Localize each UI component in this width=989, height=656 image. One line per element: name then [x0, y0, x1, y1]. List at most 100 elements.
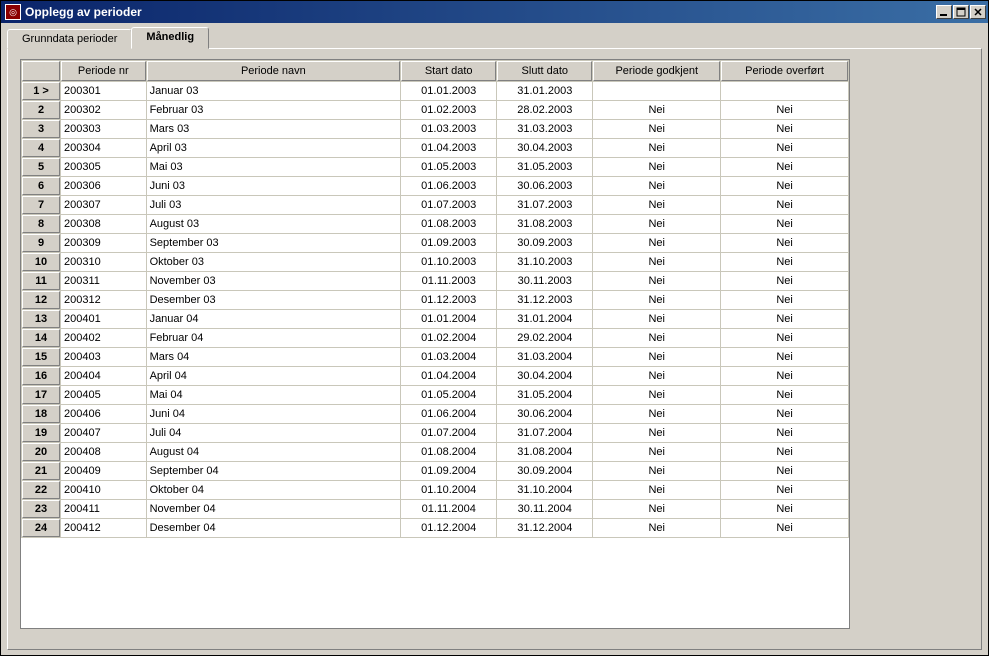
cell-start-dato[interactable]: 01.07.2004: [401, 424, 496, 442]
cell-periode-nr[interactable]: 200405: [61, 386, 146, 404]
cell-periode-navn[interactable]: September 04: [147, 462, 401, 480]
cell-periode-navn[interactable]: April 04: [147, 367, 401, 385]
table-row[interactable]: 20200408August 0401.08.200431.08.2004Nei…: [22, 443, 848, 461]
cell-periode-navn[interactable]: April 03: [147, 139, 401, 157]
cell-godkjent[interactable]: Nei: [593, 139, 720, 157]
cell-periode-navn[interactable]: August 04: [147, 443, 401, 461]
cell-periode-nr[interactable]: 200408: [61, 443, 146, 461]
cell-overfort[interactable]: Nei: [721, 481, 848, 499]
cell-godkjent[interactable]: Nei: [593, 348, 720, 366]
cell-start-dato[interactable]: 01.10.2003: [401, 253, 496, 271]
row-header[interactable]: 10: [22, 253, 60, 271]
cell-periode-navn[interactable]: Oktober 03: [147, 253, 401, 271]
cell-godkjent[interactable]: Nei: [593, 253, 720, 271]
cell-periode-nr[interactable]: 200310: [61, 253, 146, 271]
cell-periode-nr[interactable]: 200404: [61, 367, 146, 385]
table-row[interactable]: 6200306Juni 0301.06.200330.06.2003NeiNei: [22, 177, 848, 195]
cell-start-dato[interactable]: 01.06.2004: [401, 405, 496, 423]
cell-overfort[interactable]: Nei: [721, 196, 848, 214]
cell-overfort[interactable]: Nei: [721, 234, 848, 252]
cell-start-dato[interactable]: 01.12.2004: [401, 519, 496, 537]
cell-overfort[interactable]: Nei: [721, 120, 848, 138]
row-header[interactable]: 6: [22, 177, 60, 195]
table-row[interactable]: 11200311November 0301.11.200330.11.2003N…: [22, 272, 848, 290]
table-row[interactable]: 8200308August 0301.08.200331.08.2003NeiN…: [22, 215, 848, 233]
row-header[interactable]: 11: [22, 272, 60, 290]
cell-periode-nr[interactable]: 200406: [61, 405, 146, 423]
row-header[interactable]: 23: [22, 500, 60, 518]
cell-overfort[interactable]: Nei: [721, 177, 848, 195]
cell-slutt-dato[interactable]: 30.09.2003: [497, 234, 592, 252]
cell-overfort[interactable]: Nei: [721, 291, 848, 309]
cell-start-dato[interactable]: 01.04.2003: [401, 139, 496, 157]
cell-periode-navn[interactable]: November 04: [147, 500, 401, 518]
cell-overfort[interactable]: Nei: [721, 272, 848, 290]
cell-start-dato[interactable]: 01.07.2003: [401, 196, 496, 214]
cell-godkjent[interactable]: Nei: [593, 158, 720, 176]
cell-overfort[interactable]: Nei: [721, 253, 848, 271]
cell-overfort[interactable]: [721, 82, 848, 100]
cell-godkjent[interactable]: Nei: [593, 500, 720, 518]
cell-periode-nr[interactable]: 200412: [61, 519, 146, 537]
table-row[interactable]: 16200404April 0401.04.200430.04.2004NeiN…: [22, 367, 848, 385]
cell-periode-navn[interactable]: Juli 04: [147, 424, 401, 442]
table-row[interactable]: 15200403Mars 0401.03.200431.03.2004NeiNe…: [22, 348, 848, 366]
cell-slutt-dato[interactable]: 30.09.2004: [497, 462, 592, 480]
row-header[interactable]: 14: [22, 329, 60, 347]
cell-start-dato[interactable]: 01.09.2004: [401, 462, 496, 480]
cell-godkjent[interactable]: Nei: [593, 196, 720, 214]
cell-overfort[interactable]: Nei: [721, 329, 848, 347]
cell-periode-navn[interactable]: Mai 03: [147, 158, 401, 176]
cell-periode-navn[interactable]: Mars 03: [147, 120, 401, 138]
col-header-slutt-dato[interactable]: Slutt dato: [497, 61, 592, 81]
table-row[interactable]: 14200402Februar 0401.02.200429.02.2004Ne…: [22, 329, 848, 347]
cell-periode-nr[interactable]: 200402: [61, 329, 146, 347]
cell-periode-nr[interactable]: 200410: [61, 481, 146, 499]
cell-start-dato[interactable]: 01.11.2004: [401, 500, 496, 518]
row-header[interactable]: 9: [22, 234, 60, 252]
cell-slutt-dato[interactable]: 29.02.2004: [497, 329, 592, 347]
cell-periode-nr[interactable]: 200307: [61, 196, 146, 214]
cell-periode-nr[interactable]: 200302: [61, 101, 146, 119]
cell-slutt-dato[interactable]: 31.08.2004: [497, 443, 592, 461]
cell-godkjent[interactable]: Nei: [593, 367, 720, 385]
table-row[interactable]: 21200409September 0401.09.200430.09.2004…: [22, 462, 848, 480]
cell-periode-nr[interactable]: 200401: [61, 310, 146, 328]
cell-godkjent[interactable]: Nei: [593, 177, 720, 195]
cell-overfort[interactable]: Nei: [721, 405, 848, 423]
cell-periode-navn[interactable]: Juni 04: [147, 405, 401, 423]
table-row[interactable]: 1 >200301Januar 0301.01.200331.01.2003: [22, 82, 848, 100]
row-header[interactable]: 21: [22, 462, 60, 480]
row-header[interactable]: 7: [22, 196, 60, 214]
cell-start-dato[interactable]: 01.11.2003: [401, 272, 496, 290]
cell-slutt-dato[interactable]: 31.03.2003: [497, 120, 592, 138]
cell-periode-nr[interactable]: 200411: [61, 500, 146, 518]
titlebar[interactable]: ◎ Opplegg av perioder: [1, 1, 988, 23]
row-header[interactable]: 2: [22, 101, 60, 119]
cell-periode-nr[interactable]: 200301: [61, 82, 146, 100]
table-row[interactable]: 18200406Juni 0401.06.200430.06.2004NeiNe…: [22, 405, 848, 423]
col-header-periode-nr[interactable]: Periode nr: [61, 61, 146, 81]
row-header[interactable]: 22: [22, 481, 60, 499]
cell-overfort[interactable]: Nei: [721, 519, 848, 537]
table-row[interactable]: 24200412Desember 0401.12.200431.12.2004N…: [22, 519, 848, 537]
cell-slutt-dato[interactable]: 31.07.2003: [497, 196, 592, 214]
cell-godkjent[interactable]: Nei: [593, 310, 720, 328]
table-row[interactable]: 22200410Oktober 0401.10.200431.10.2004Ne…: [22, 481, 848, 499]
table-row[interactable]: 5200305Mai 0301.05.200331.05.2003NeiNei: [22, 158, 848, 176]
cell-periode-nr[interactable]: 200311: [61, 272, 146, 290]
row-header[interactable]: 3: [22, 120, 60, 138]
cell-periode-navn[interactable]: Desember 03: [147, 291, 401, 309]
col-header-periode-navn[interactable]: Periode navn: [147, 61, 401, 81]
cell-slutt-dato[interactable]: 30.06.2004: [497, 405, 592, 423]
rowheader-corner[interactable]: [22, 61, 60, 81]
cell-periode-navn[interactable]: Juni 03: [147, 177, 401, 195]
cell-periode-navn[interactable]: Mai 04: [147, 386, 401, 404]
row-header[interactable]: 12: [22, 291, 60, 309]
row-header[interactable]: 13: [22, 310, 60, 328]
cell-overfort[interactable]: Nei: [721, 101, 848, 119]
row-header[interactable]: 20: [22, 443, 60, 461]
col-header-godkjent[interactable]: Periode godkjent: [593, 61, 720, 81]
cell-periode-navn[interactable]: Juli 03: [147, 196, 401, 214]
cell-godkjent[interactable]: Nei: [593, 462, 720, 480]
